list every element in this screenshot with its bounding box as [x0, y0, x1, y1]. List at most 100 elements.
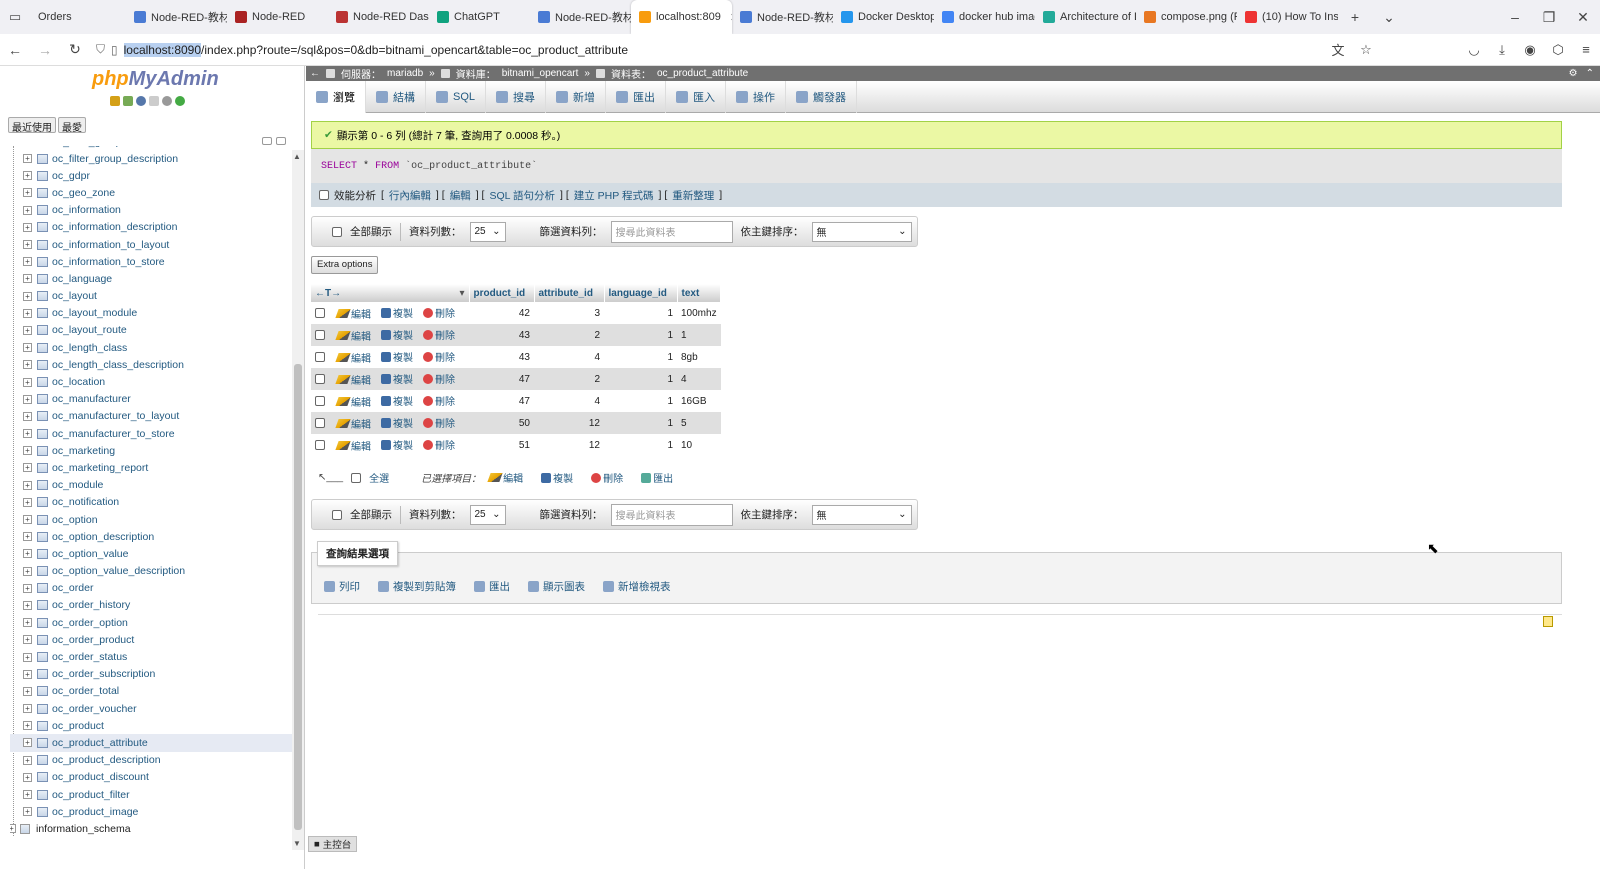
cell-language_id[interactable]: 1: [604, 324, 677, 346]
account-icon[interactable]: ◉: [1516, 34, 1544, 66]
expand-icon[interactable]: +: [23, 600, 32, 610]
cell-product_id[interactable]: 51: [469, 434, 534, 456]
expand-icon[interactable]: +: [23, 360, 32, 370]
pocket-icon[interactable]: ◡: [1460, 34, 1488, 66]
create-view-button[interactable]: 新增檢視表: [603, 579, 671, 594]
tree-item-table[interactable]: + oc_manufacturer_to_store: [10, 425, 292, 442]
tree-item-table[interactable]: + oc_order_product: [10, 631, 292, 648]
row-delete-button[interactable]: 刪除: [423, 415, 455, 430]
row-checkbox[interactable]: [315, 395, 325, 406]
expand-icon[interactable]: +: [23, 704, 32, 714]
browser-tab[interactable]: (10) How To Insta: [1237, 0, 1338, 34]
expand-icon[interactable]: +: [23, 291, 32, 301]
back-icon[interactable]: ←: [0, 34, 30, 66]
tab-export[interactable]: 匯出: [606, 81, 667, 113]
table-icon[interactable]: [37, 445, 48, 456]
browser-tab[interactable]: Node-RED Dash: [328, 0, 429, 34]
inline-edit-link[interactable]: 行內編輯: [389, 188, 431, 203]
table-icon[interactable]: [37, 342, 48, 353]
browser-tab[interactable]: docker hub imag: [934, 0, 1035, 34]
tree-item-table[interactable]: + oc_marketing: [10, 442, 292, 459]
console-button[interactable]: ■ 主控台: [308, 836, 358, 852]
browser-tab[interactable]: Node-RED: [227, 0, 328, 34]
row-delete-button[interactable]: 刪除: [423, 437, 455, 452]
tree-item-table[interactable]: + oc_notification: [10, 494, 292, 511]
tree-item-table[interactable]: + oc_geo_zone: [10, 184, 292, 201]
browser-tab[interactable]: Docker Desktop: [833, 0, 934, 34]
browser-tab[interactable]: Node-RED-教材-: [732, 0, 833, 34]
cell-text[interactable]: 100mhz: [677, 302, 721, 324]
row-checkbox[interactable]: [315, 351, 325, 362]
explain-sql-link[interactable]: SQL 語句分析: [489, 188, 555, 203]
tree-item-table[interactable]: + oc_order_status: [10, 648, 292, 665]
expand-icon[interactable]: +: [23, 566, 32, 576]
expand-icon[interactable]: +: [23, 790, 32, 800]
row-delete-button[interactable]: 刪除: [423, 371, 455, 386]
expand-icon[interactable]: +: [23, 429, 32, 439]
tree-item-table[interactable]: + oc_order_history: [10, 597, 292, 614]
table-icon[interactable]: [37, 205, 48, 216]
sort-dropdown-icon[interactable]: ▾: [459, 288, 464, 299]
reload-icon[interactable]: ↻: [60, 34, 90, 66]
tree-item-table[interactable]: + oc_manufacturer_to_layout: [10, 408, 292, 425]
cell-language_id[interactable]: 1: [604, 302, 677, 324]
table-icon[interactable]: [37, 308, 48, 319]
sort-select[interactable]: 無 ⌄: [811, 504, 912, 525]
edit-sql-link[interactable]: 編輯: [450, 188, 471, 203]
expand-icon[interactable]: +: [23, 240, 32, 250]
expand-icon[interactable]: +: [23, 171, 32, 181]
cell-text[interactable]: 8gb: [677, 346, 721, 368]
cell-language_id[interactable]: 1: [604, 390, 677, 412]
tab-search[interactable]: 搜尋: [486, 81, 547, 113]
table-icon[interactable]: [37, 617, 48, 628]
address-bar[interactable]: ⛉ ▯ localhost:8090/index.php?route=/sql&…: [90, 37, 1324, 63]
gear-icon[interactable]: ⚙: [1569, 68, 1578, 79]
row-edit-button[interactable]: 編輯: [335, 416, 371, 431]
cell-product_id[interactable]: 42: [469, 302, 534, 324]
tab-operations[interactable]: 操作: [726, 81, 787, 113]
expand-icon[interactable]: +: [23, 325, 32, 335]
tree-item-table[interactable]: + oc_information_to_store: [10, 253, 292, 270]
table-icon[interactable]: [37, 359, 48, 370]
sort-select[interactable]: 無 ⌄: [811, 221, 912, 242]
tree-item-table[interactable]: + oc_length_class_description: [10, 356, 292, 373]
row-edit-button[interactable]: 編輯: [335, 372, 371, 387]
tree-item-table[interactable]: + oc_marketing_report: [10, 459, 292, 476]
table-icon[interactable]: [37, 789, 48, 800]
table-icon[interactable]: [37, 566, 48, 577]
check-all-label[interactable]: 全選: [369, 470, 389, 485]
table-icon[interactable]: [37, 394, 48, 405]
row-copy-button[interactable]: 複製: [381, 437, 413, 452]
cell-attribute_id[interactable]: 12: [534, 434, 604, 456]
browser-tab[interactable]: compose.png (P: [1136, 0, 1237, 34]
tree-item-table[interactable]: + oc_layout_route: [10, 322, 292, 339]
expand-icon[interactable]: +: [23, 463, 32, 473]
table-icon[interactable]: [37, 187, 48, 198]
expand-icon[interactable]: +: [23, 721, 32, 731]
cell-product_id[interactable]: 47: [469, 390, 534, 412]
row-edit-button[interactable]: 編輯: [335, 328, 371, 343]
display-chart-button[interactable]: 顯示圖表: [528, 579, 585, 594]
cell-product_id[interactable]: 50: [469, 412, 534, 434]
expand-icon[interactable]: +: [23, 807, 32, 817]
cell-attribute_id[interactable]: 12: [534, 412, 604, 434]
cell-product_id[interactable]: 43: [469, 346, 534, 368]
tree-item-table[interactable]: + oc_product_filter: [10, 786, 292, 803]
cell-attribute_id[interactable]: 4: [534, 346, 604, 368]
translate-icon[interactable]: 文: [1324, 34, 1352, 66]
cell-attribute_id[interactable]: 4: [534, 390, 604, 412]
tree-item-table[interactable]: + oc_length_class: [10, 339, 292, 356]
arrows-icon[interactable]: ←T→: [315, 288, 341, 299]
table-icon[interactable]: [37, 548, 48, 559]
expand-icon[interactable]: +: [23, 652, 32, 662]
logout-icon[interactable]: [123, 96, 133, 106]
column-header[interactable]: product_id: [469, 284, 535, 302]
expand-icon[interactable]: +: [23, 669, 32, 679]
row-edit-button[interactable]: 編輯: [335, 394, 371, 409]
cell-text[interactable]: 10: [677, 434, 721, 456]
tree-item-table[interactable]: + oc_order_subscription: [10, 666, 292, 683]
export-button[interactable]: 匯出: [474, 579, 510, 594]
table-icon[interactable]: [37, 377, 48, 388]
print-button[interactable]: 列印: [324, 579, 360, 594]
table-icon[interactable]: [37, 600, 48, 611]
